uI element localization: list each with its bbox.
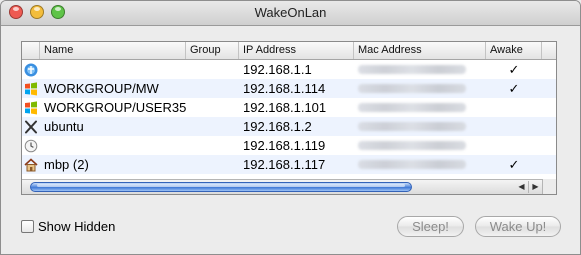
- scroll-right-arrow-icon[interactable]: ▶: [528, 181, 542, 193]
- table-row[interactable]: mbp (2) 192.168.1.117 ✓: [22, 155, 556, 174]
- table-header: Name Group IP Address Mac Address Awake: [22, 42, 556, 60]
- host-mac-redacted: [354, 79, 486, 98]
- host-name: [40, 136, 186, 155]
- host-group: [186, 98, 239, 117]
- row-filler: [542, 155, 556, 174]
- row-filler: [542, 117, 556, 136]
- host-awake: [486, 98, 542, 117]
- host-name: WORKGROUP/MW: [44, 81, 159, 96]
- clock-icon: [22, 136, 40, 155]
- host-name: [40, 60, 186, 79]
- windows-icon: [22, 79, 40, 98]
- wake-up-button[interactable]: Wake Up!: [475, 216, 561, 237]
- host-ip: 192.168.1.2: [243, 119, 312, 134]
- host-awake: [486, 136, 542, 155]
- scroll-left-arrow-icon[interactable]: ◀: [515, 181, 528, 193]
- host-ip: 192.168.1.119: [243, 138, 326, 153]
- row-filler: [542, 60, 556, 79]
- host-ip: 192.168.1.117: [243, 157, 326, 172]
- host-ip: 192.168.1.101: [243, 100, 327, 115]
- host-mac-redacted: [354, 98, 486, 117]
- column-header-filler: [542, 42, 556, 59]
- scrollbar-thumb[interactable]: [30, 182, 412, 192]
- table-body: 192.168.1.1 ✓ WORKGROUP/MW 192.168.1.114…: [22, 60, 556, 174]
- column-header-mac-address[interactable]: Mac Address: [354, 42, 486, 59]
- host-mac-redacted: [354, 155, 486, 174]
- window-title: WakeOnLan: [254, 5, 327, 20]
- host-group: [186, 79, 239, 98]
- host-mac-redacted: [354, 136, 486, 155]
- home-icon: [22, 155, 40, 174]
- column-header-ip-address[interactable]: IP Address: [239, 42, 354, 59]
- show-hidden-control[interactable]: Show Hidden: [21, 219, 115, 234]
- host-name: mbp (2): [44, 157, 89, 172]
- row-filler: [542, 79, 556, 98]
- sleep-button[interactable]: Sleep!: [397, 216, 464, 237]
- column-header-icon[interactable]: [22, 42, 40, 59]
- row-filler: [542, 98, 556, 117]
- column-header-group[interactable]: Group: [186, 42, 239, 59]
- scroll-corner: [542, 179, 556, 194]
- windows-icon: [22, 98, 40, 117]
- app-window: WakeOnLan Name Group IP Address Mac Addr…: [0, 0, 581, 255]
- host-ip: 192.168.1.114: [243, 81, 326, 96]
- show-hidden-label[interactable]: Show Hidden: [38, 219, 115, 234]
- title-bar: WakeOnLan: [1, 1, 580, 26]
- host-group: [186, 117, 239, 136]
- show-hidden-checkbox[interactable]: [21, 220, 34, 233]
- host-awake: ✓: [508, 62, 520, 77]
- host-ip: 192.168.1.1: [243, 62, 312, 77]
- hosts-table[interactable]: Name Group IP Address Mac Address Awake …: [21, 41, 557, 195]
- table-row[interactable]: ubuntu 192.168.1.2: [22, 117, 556, 136]
- host-mac-redacted: [354, 60, 486, 79]
- host-awake: ✓: [508, 81, 520, 96]
- host-name: ubuntu: [44, 119, 84, 134]
- column-header-awake[interactable]: Awake: [486, 42, 542, 59]
- network-bonjour-icon: [22, 60, 40, 79]
- host-awake: ✓: [508, 157, 520, 172]
- host-mac-redacted: [354, 117, 486, 136]
- host-name: WORKGROUP/USER351: [44, 100, 186, 115]
- table-row[interactable]: 192.168.1.119: [22, 136, 556, 155]
- host-group: [186, 136, 239, 155]
- table-row[interactable]: 192.168.1.1 ✓: [22, 60, 556, 79]
- row-filler: [542, 136, 556, 155]
- host-group: [186, 155, 239, 174]
- horizontal-scrollbar[interactable]: ◀ ▶: [22, 179, 556, 194]
- column-header-name[interactable]: Name: [40, 42, 186, 59]
- table-row[interactable]: WORKGROUP/MW 192.168.1.114 ✓: [22, 79, 556, 98]
- table-row[interactable]: WORKGROUP/USER351 192.168.1.101: [22, 98, 556, 117]
- host-awake: [486, 117, 542, 136]
- host-group: [186, 60, 239, 79]
- macos-x-icon: [22, 117, 40, 136]
